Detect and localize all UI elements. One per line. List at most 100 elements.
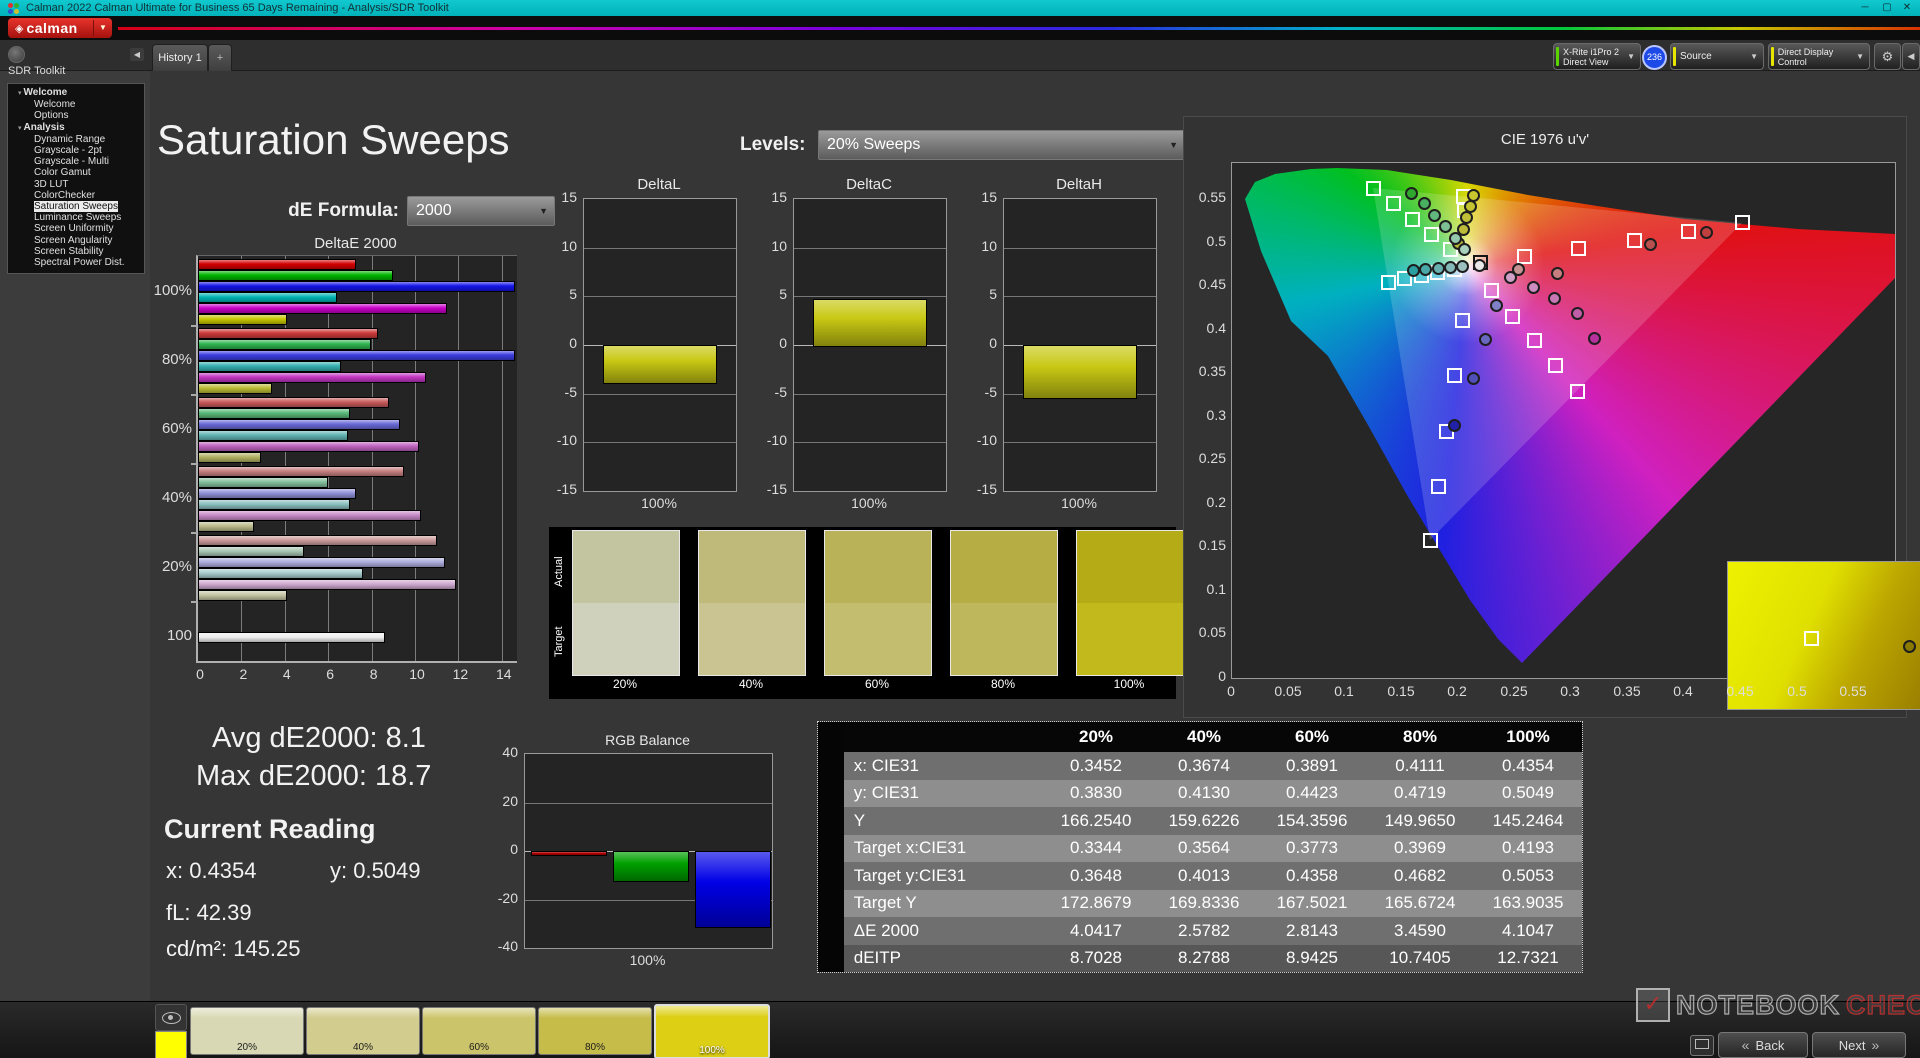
y-tick-label: 0: [569, 335, 577, 351]
next-button[interactable]: Next»: [1812, 1032, 1906, 1058]
swatch-actual: [699, 531, 805, 603]
pattern-tile-label: 80%: [584, 1042, 605, 1053]
pattern-tile-20%[interactable]: 20%: [190, 1007, 304, 1055]
cie-target-square: [1627, 233, 1642, 248]
pattern-tile-40%[interactable]: 40%: [306, 1007, 420, 1055]
sidebar-item-analysis[interactable]: ▾ Analysis: [8, 122, 144, 134]
gridline: [584, 442, 736, 444]
de-bar-green: [198, 408, 350, 419]
sidebar-collapse-icon[interactable]: ◀: [130, 48, 144, 61]
de-bar-cyan: [198, 361, 342, 372]
y-tick-label: -5: [984, 383, 997, 400]
calman-app: Calman 2022 Calman Ultimate for Business…: [0, 0, 1920, 1058]
cell-value: 0.3648: [1070, 865, 1123, 885]
meter-dropdown[interactable]: X-Rite i1Pro 2 Direct View ▼: [1553, 43, 1641, 70]
de-formula-select[interactable]: 2000 ▼: [407, 196, 555, 226]
cie-measured-point: [1419, 263, 1432, 276]
cell-value: 169.8336: [1168, 893, 1240, 913]
sidebar-knob-button[interactable]: [8, 46, 25, 63]
group-label: 40%: [161, 489, 192, 506]
source-dropdown[interactable]: Source ▼: [1670, 43, 1764, 70]
sidebar-item-luminance-sweeps[interactable]: Luminance Sweeps: [8, 212, 144, 223]
close-icon[interactable]: ✕: [1896, 0, 1918, 16]
de-bar-green: [198, 270, 394, 281]
cie-chart-title: CIE 1976 u'v': [1500, 131, 1590, 148]
cie-measured-point: [1551, 267, 1564, 280]
toolbar: ◀ History 1 + X-Rite i1Pro 2 Direct View …: [0, 40, 1920, 71]
cie-x-tick: 0.45: [1726, 683, 1754, 699]
group-label: 100: [166, 627, 192, 644]
row-label: Target x:CIE31: [853, 838, 967, 858]
sidebar-item-grayscale-2pt[interactable]: Grayscale - 2pt: [8, 145, 144, 156]
pattern-tile-80%[interactable]: 80%: [538, 1007, 652, 1055]
rainbow-divider: [118, 27, 1920, 30]
cie-target-square: [1681, 224, 1696, 239]
sidebar-item-saturation-sweeps[interactable]: Saturation Sweeps: [8, 201, 144, 213]
column-header: 40%: [1187, 727, 1222, 746]
pattern-window-icon[interactable]: [1690, 1035, 1714, 1056]
cie-target-square: [1431, 479, 1446, 494]
table-row: dEITP 8.7028 8.2788 8.9425 10.7405 12.7321: [818, 944, 1582, 972]
tab-history-1[interactable]: History 1: [152, 44, 208, 71]
panel-collapse-icon[interactable]: ◀: [1902, 43, 1920, 70]
current-x: x: 0.4354: [166, 858, 257, 883]
de-bar-red: [198, 328, 378, 339]
meter-count-badge[interactable]: 236: [1642, 45, 1667, 70]
pattern-tile-100%[interactable]: 100%: [654, 1004, 770, 1058]
swatch-target: [699, 603, 805, 675]
sidebar-item-colorchecker[interactable]: ColorChecker: [8, 190, 144, 201]
cie-measured-point: [1548, 292, 1561, 305]
x-tick-label: 4: [282, 666, 291, 682]
swatch-label: 80%: [990, 677, 1016, 691]
cie-x-tick: 0.55: [1839, 683, 1867, 699]
sidebar-item-color-gamut[interactable]: Color Gamut: [8, 167, 144, 178]
back-chevron-icon: «: [1741, 1037, 1750, 1053]
de-bar-cyan: [198, 430, 348, 441]
de-bar-green: [198, 477, 328, 488]
dl-bar: [603, 345, 717, 384]
cie-measured-point: [1428, 209, 1441, 222]
sidebar-item-spectral-power-dist-[interactable]: Spectral Power Dist.: [8, 257, 144, 268]
gear-icon[interactable]: ⚙: [1874, 43, 1901, 70]
cie-target-square: [1527, 333, 1542, 348]
display-control-dropdown[interactable]: Direct Display Control ▼: [1768, 43, 1870, 70]
deltae-chart-plot: [191, 255, 517, 663]
cie-y-tick: 0.4: [1206, 320, 1226, 336]
minimize-icon[interactable]: ─: [1854, 0, 1876, 16]
levels-select[interactable]: 20% Sweeps ▼: [818, 130, 1185, 160]
cell-value: 0.4013: [1178, 865, 1231, 885]
pattern-tile-60%[interactable]: 60%: [422, 1007, 536, 1055]
group-label: 80%: [161, 351, 192, 368]
sidebar-item-screen-angularity[interactable]: Screen Angularity: [8, 235, 144, 246]
back-button[interactable]: «Back: [1718, 1032, 1808, 1058]
table-gutter: [818, 862, 844, 890]
sidebar-item-welcome[interactable]: Welcome: [8, 99, 144, 110]
eye-icon[interactable]: [155, 1004, 187, 1031]
de-bar-magenta: [198, 510, 422, 521]
sidebar-item-grayscale-multi[interactable]: Grayscale - Multi: [8, 156, 144, 167]
cell-value: 0.4719: [1394, 783, 1447, 803]
de-bar-yellow: [198, 521, 255, 532]
gridline: [415, 256, 416, 661]
maximize-icon[interactable]: ▢: [1876, 0, 1898, 16]
sidebar-item-screen-stability[interactable]: Screen Stability: [8, 246, 144, 257]
pattern-tile-label: 100%: [699, 1045, 725, 1056]
sidebar-item-dynamic-range[interactable]: Dynamic Range: [8, 134, 144, 145]
sidebar-item-welcome[interactable]: ▾ Welcome: [8, 87, 144, 99]
next-chevron-icon: »: [1871, 1037, 1880, 1053]
deltac-plot: [793, 198, 947, 492]
cell-value: 10.7405: [1389, 948, 1451, 968]
calman-menu-button[interactable]: ◈ calman ▼: [8, 18, 112, 38]
de-bar-cyan: [198, 499, 350, 510]
cell-value: 0.4354: [1502, 755, 1555, 775]
cie-1976-panel: CIE 1976 u'v' 0.55 0.5 0.45 0.4 0.35 0.3 0.25 0…: [1183, 116, 1920, 718]
column-header: 100%: [1506, 727, 1550, 746]
sidebar-item-screen-uniformity[interactable]: Screen Uniformity: [8, 223, 144, 234]
sidebar: SDR Toolkit ▾ Welcome Welcome Options ▾ Analy…: [0, 65, 150, 1001]
sidebar-item-options[interactable]: Options: [8, 110, 144, 121]
chevron-down-icon: ▼: [1750, 52, 1758, 61]
sidebar-item-3d-lut[interactable]: 3D LUT: [8, 179, 144, 190]
pattern-tile-label: 40%: [352, 1042, 373, 1053]
cie-measured-point: [1644, 238, 1657, 251]
add-tab-button[interactable]: +: [208, 44, 232, 71]
